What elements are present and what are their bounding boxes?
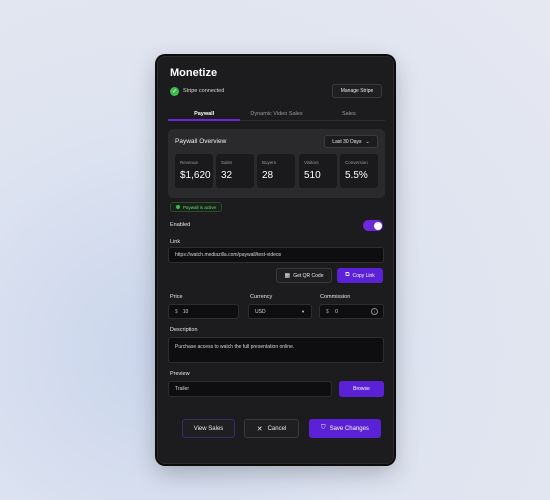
enabled-label: Enabled	[170, 222, 191, 228]
commission-currency-symbol: $	[326, 308, 329, 315]
tab-sales[interactable]: Sales	[313, 107, 385, 120]
preview-label: Preview	[170, 371, 190, 377]
save-changes-button[interactable]: ⛉ Save Changes	[309, 419, 381, 438]
price-value: 10	[182, 308, 189, 315]
preview-file-field[interactable]: Trailer	[168, 381, 332, 397]
stat-conversion: Conversion 5.5%	[340, 154, 378, 188]
cancel-label: Cancel	[267, 425, 287, 432]
status-badge-label: Paywall is active	[183, 204, 217, 210]
status-badge: Paywall is active	[170, 202, 223, 212]
stat-label: Revenue	[180, 160, 199, 165]
date-range-select[interactable]: Last 30 Days ⌄	[324, 135, 378, 148]
get-qr-code-button[interactable]: ▦ Get QR Code	[276, 268, 332, 283]
stat-visitors: Visitors 510	[299, 154, 337, 188]
copy-link-button[interactable]: ⧉ Copy Link	[337, 268, 383, 283]
stat-label: Buyers	[262, 160, 277, 165]
commission-value: 0	[335, 308, 338, 315]
stripe-status-label: Stripe connected	[183, 88, 225, 94]
status-dot-icon	[176, 205, 180, 209]
panel-title: Monetize	[170, 67, 218, 79]
stat-value: 510	[304, 170, 321, 181]
commission-label: Commission	[320, 294, 351, 300]
stat-value: 32	[221, 170, 233, 181]
qr-code-icon: ▦	[284, 273, 291, 279]
link-label: Link	[170, 239, 181, 245]
description-label: Description	[170, 327, 198, 333]
overview-title: Paywall Overview	[175, 138, 227, 145]
currency-label: Currency	[250, 294, 273, 300]
copy-icon: ⧉	[345, 272, 350, 278]
currency-select[interactable]: USD ▼	[248, 304, 312, 319]
stat-value: 28	[262, 170, 274, 181]
currency-value: USD	[255, 308, 266, 315]
manage-stripe-button[interactable]: Manage Stripe	[332, 84, 382, 98]
caret-down-icon: ▼	[301, 309, 305, 314]
stripe-status: ✓ Stripe connected	[170, 85, 224, 97]
save-changes-label: Save Changes	[329, 425, 369, 432]
toggle-knob	[373, 221, 382, 230]
get-qr-code-label: Get QR Code	[293, 272, 324, 279]
stat-buyers: Buyers 28	[257, 154, 295, 188]
paywall-overview-card: Paywall Overview Last 30 Days ⌄ Revenue …	[168, 129, 385, 198]
commission-input-value: $ 0	[326, 309, 338, 315]
browse-button[interactable]: Browse	[339, 381, 384, 397]
tab-bar: Paywall Dynamic Video Sales Sales	[168, 107, 385, 121]
stat-label: Sales	[221, 160, 233, 165]
enabled-toggle[interactable]	[363, 220, 383, 231]
check-circle-icon: ✓	[170, 86, 179, 96]
link-field[interactable]: https://watch.mediazilla.com/paywall/tes…	[168, 247, 384, 263]
monetize-panel: Monetize ✓ Stripe connected Manage Strip…	[157, 56, 394, 464]
commission-input[interactable]: $ 0 i	[319, 304, 384, 319]
cancel-button[interactable]: ✕ Cancel	[244, 419, 299, 438]
chevron-down-icon: ⌄	[365, 138, 370, 145]
stat-label: Visitors	[304, 160, 319, 165]
description-textarea[interactable]: Purchase access to watch the full presen…	[168, 337, 384, 363]
date-range-value: Last 30 Days	[332, 138, 362, 145]
view-sales-button[interactable]: View Sales	[182, 419, 235, 438]
tab-paywall[interactable]: Paywall	[168, 107, 241, 121]
stat-revenue: Revenue $1,620	[175, 154, 213, 188]
info-icon[interactable]: i	[371, 308, 378, 315]
stat-value: 5.5%	[345, 170, 368, 181]
tab-dynamic-video-sales[interactable]: Dynamic Video Sales	[240, 107, 312, 120]
price-label: Price	[170, 294, 183, 300]
lock-icon: ⛉	[321, 425, 326, 431]
price-currency-symbol: $	[175, 308, 178, 315]
copy-link-label: Copy Link	[352, 272, 375, 279]
close-icon: ✕	[256, 425, 263, 433]
price-input[interactable]: $ 10	[168, 304, 239, 319]
stat-sales: Sales 32	[216, 154, 254, 188]
stat-label: Conversion	[345, 160, 368, 165]
stat-value: $1,620	[180, 170, 211, 181]
